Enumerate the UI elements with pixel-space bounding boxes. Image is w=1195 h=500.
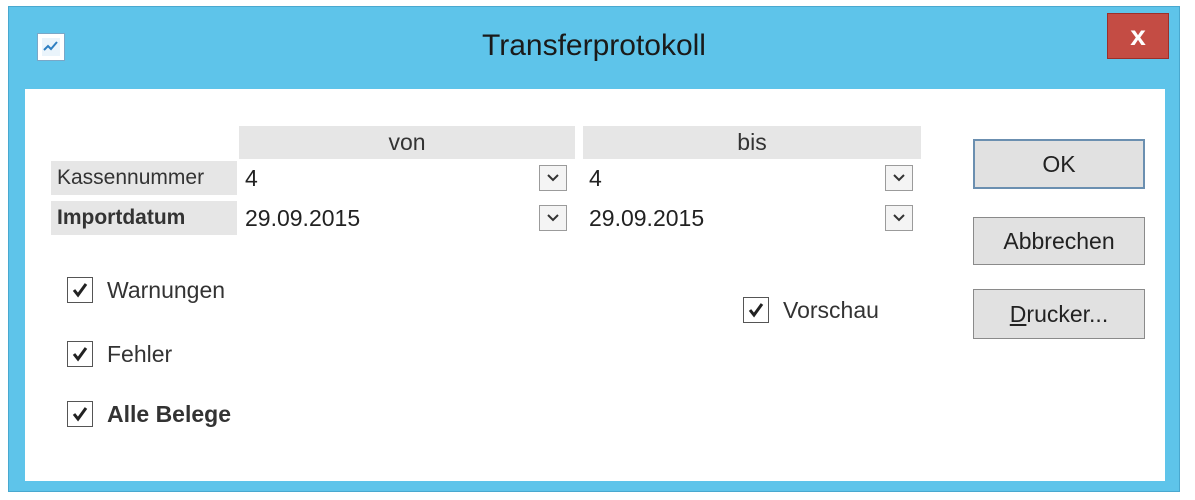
kassennummer-bis-combo[interactable]: 4 (583, 161, 921, 195)
importdatum-von-combo[interactable]: 29.09.2015 (239, 201, 575, 235)
importdatum-bis-value: 29.09.2015 (589, 205, 705, 231)
warnungen-checkbox[interactable]: Warnungen (67, 275, 287, 307)
vorschau-checkbox[interactable]: Vorschau (743, 295, 913, 327)
checkmark-icon[interactable] (67, 277, 93, 303)
chevron-down-icon[interactable] (539, 205, 567, 231)
importdatum-bis-combo[interactable]: 29.09.2015 (583, 201, 921, 235)
kassennummer-bis-value: 4 (589, 165, 602, 191)
fehler-checkbox[interactable]: Fehler (67, 339, 267, 371)
chevron-down-icon[interactable] (539, 165, 567, 191)
window-title: Transferprotokoll (482, 29, 706, 62)
chevron-down-icon[interactable] (885, 205, 913, 231)
vorschau-label: Vorschau (783, 297, 879, 323)
drucker-button[interactable]: Drucker... (973, 289, 1145, 339)
drucker-label: rucker... (1026, 301, 1109, 327)
kassennummer-von-combo[interactable]: 4 (239, 161, 575, 195)
checkmark-icon[interactable] (67, 401, 93, 427)
column-header-bis: bis (583, 126, 921, 159)
fehler-label: Fehler (107, 341, 173, 367)
abbrechen-button[interactable]: Abbrechen (973, 217, 1145, 265)
row-label-kassennummer: Kassennummer (51, 161, 237, 195)
importdatum-von-value: 29.09.2015 (245, 205, 361, 231)
drucker-mnemonic: D (1009, 301, 1027, 327)
close-button[interactable]: x (1107, 13, 1169, 59)
kassennummer-von-value: 4 (245, 165, 258, 191)
row-label-importdatum: Importdatum (51, 201, 237, 235)
chevron-down-icon[interactable] (885, 165, 913, 191)
column-header-von: von (239, 126, 575, 159)
ok-button[interactable]: OK (973, 139, 1145, 189)
checkmark-icon[interactable] (743, 297, 769, 323)
alle-belege-checkbox[interactable]: Alle Belege (67, 399, 287, 431)
warnungen-label: Warnungen (107, 277, 226, 303)
alle-belege-label: Alle Belege (107, 401, 231, 427)
checkmark-icon[interactable] (67, 341, 93, 367)
transfer-dialog: Transferprotokoll x von bis Kassennummer… (8, 6, 1180, 492)
title-bar[interactable]: Transferprotokoll x (9, 7, 1179, 89)
dialog-content: von bis Kassennummer 4 4 Importdatum 29.… (25, 89, 1165, 481)
